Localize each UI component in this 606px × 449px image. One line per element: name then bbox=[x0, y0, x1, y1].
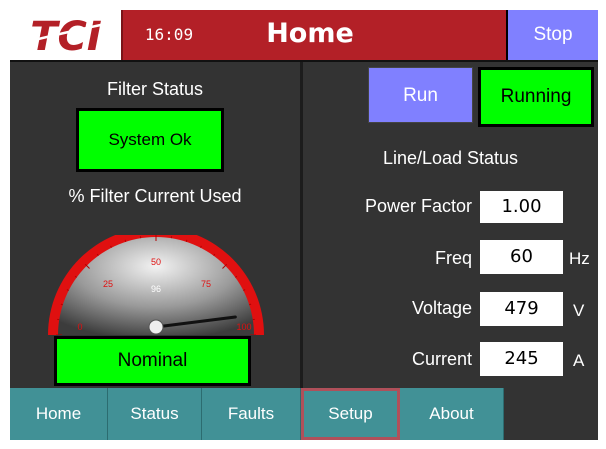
voltage-unit: V bbox=[573, 301, 585, 320]
freq-value: 60 bbox=[480, 240, 563, 274]
filter-status-indicator: System Ok bbox=[76, 108, 224, 172]
gauge-tick-label: 25 bbox=[103, 279, 113, 289]
current-unit: A bbox=[573, 351, 585, 370]
filter-state-indicator: Nominal bbox=[54, 336, 251, 386]
header-separator bbox=[121, 10, 123, 60]
run-button[interactable]: Run bbox=[368, 67, 473, 123]
stop-button[interactable]: Stop bbox=[506, 10, 598, 60]
tci-logo-graphic: TCI bbox=[17, 14, 116, 60]
clock-time: 16:09 bbox=[144, 25, 194, 44]
header-underline bbox=[10, 60, 598, 62]
tab-status[interactable]: Status bbox=[108, 388, 202, 440]
gauge-value-readout: 96 bbox=[151, 284, 161, 294]
tab-faults[interactable]: Faults bbox=[202, 388, 301, 440]
header-bar: TCI 16:09 Home Stop bbox=[10, 10, 598, 60]
tab-setup[interactable]: Setup bbox=[301, 388, 400, 440]
gauge-hub bbox=[148, 319, 164, 335]
filter-current-gauge: 0 25 50 75 100 96 bbox=[48, 235, 264, 335]
panel-divider bbox=[300, 62, 303, 388]
tab-about[interactable]: About bbox=[400, 388, 504, 440]
current-label: Current bbox=[411, 349, 472, 369]
gauge-tick-label: 75 bbox=[201, 279, 211, 289]
gauge-tick bbox=[185, 239, 188, 242]
gauge-tick-label: 50 bbox=[151, 257, 161, 267]
power-factor-value: 1.00 bbox=[480, 191, 563, 223]
line-load-status-title: Line/Load Status bbox=[382, 148, 519, 168]
gauge-tick bbox=[249, 303, 252, 306]
gauge-tick-label: 100 bbox=[236, 322, 251, 332]
filter-status-label: Filter Status bbox=[106, 79, 204, 99]
running-indicator: Running bbox=[478, 67, 594, 127]
gauge-tick bbox=[124, 239, 127, 242]
tab-home[interactable]: Home bbox=[10, 388, 108, 440]
bottom-nav: Home Status Faults Setup About bbox=[10, 388, 598, 440]
gauge-tick bbox=[60, 303, 63, 306]
page-title: Home bbox=[266, 18, 354, 49]
filter-current-label: % Filter Current Used bbox=[68, 186, 242, 206]
freq-unit: Hz bbox=[569, 249, 590, 268]
tci-logo-text: TCI bbox=[30, 14, 102, 60]
power-factor-label: Power Factor bbox=[364, 196, 472, 216]
freq-label: Freq bbox=[434, 248, 472, 268]
gauge-tick-label: 0 bbox=[77, 322, 82, 332]
hmi-screen: TCI 16:09 Home Stop Filter Status System… bbox=[10, 10, 598, 440]
current-value: 245 bbox=[480, 342, 563, 376]
voltage-label: Voltage bbox=[411, 298, 472, 318]
tci-logo: TCI bbox=[10, 10, 123, 60]
voltage-value: 479 bbox=[480, 292, 563, 326]
